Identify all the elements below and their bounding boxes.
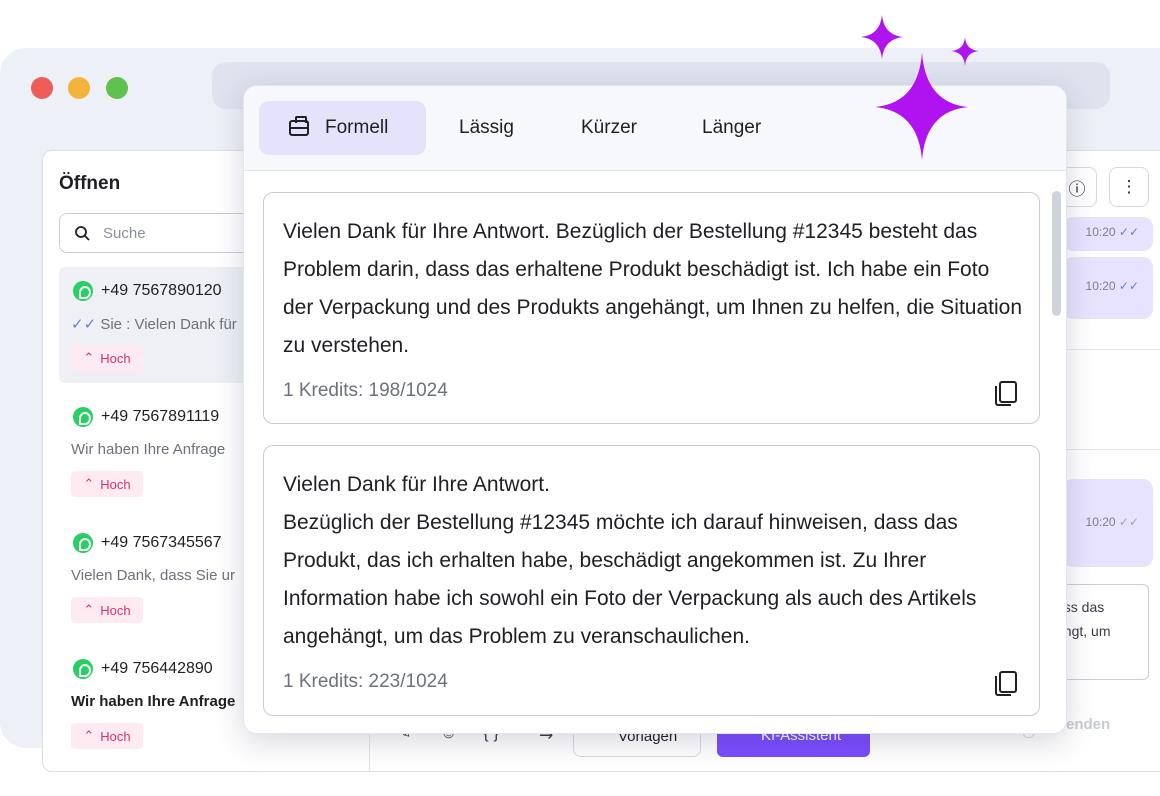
message-time: 10:20 ✓✓ xyxy=(1085,279,1139,293)
stage: Öffnen Suche +49 7567890120 ✓✓ Sie : Vie… xyxy=(0,0,1160,796)
conversation-phone: +49 7567890120 xyxy=(73,281,222,301)
maximize-window-button[interactable] xyxy=(106,77,128,99)
whatsapp-icon xyxy=(73,659,93,679)
credits-counter: 1 Kredits: 198/1024 xyxy=(283,380,448,401)
copy-icon[interactable] xyxy=(995,381,1017,406)
close-window-button[interactable] xyxy=(31,77,53,99)
conversation-preview: Vielen Dank, dass Sie ur xyxy=(71,567,235,584)
whatsapp-icon xyxy=(73,281,93,301)
conversation-preview: Wir haben Ihre Anfrage xyxy=(71,441,226,458)
message-time: 10:20 ✓✓ xyxy=(1085,225,1139,239)
message-divider xyxy=(1063,349,1160,350)
priority-badge: ⌃ Hoch xyxy=(71,471,143,497)
message-divider xyxy=(1063,449,1160,450)
credits-counter: 1 Kredits: 223/1024 xyxy=(283,671,448,692)
message-bubble: 10:20 ✓✓ xyxy=(1063,257,1153,319)
minimize-window-button[interactable] xyxy=(68,77,90,99)
message-bubble: 10:20 ✓✓ xyxy=(1063,217,1153,251)
more-options-button[interactable]: ⋮ xyxy=(1109,167,1149,207)
search-icon xyxy=(75,226,90,241)
briefcase-icon xyxy=(289,116,309,136)
message-bubble: 10:20 ✓✓ xyxy=(1063,479,1153,567)
popup-scrollbar[interactable] xyxy=(1052,191,1061,316)
sparkle-icon xyxy=(861,15,979,160)
suggestion-text: Vielen Dank für Ihre Antwort. Bezüglich … xyxy=(283,220,1023,357)
priority-badge: ⌃ Hoch xyxy=(71,597,143,623)
chevron-up-icon: ⌃ xyxy=(83,728,95,743)
priority-badge: ⌃ Hoch xyxy=(71,345,143,371)
suggestion-text: Vielen Dank für Ihre Antwort. Bezüglich … xyxy=(283,473,977,648)
message-time: 10:20 ✓✓ xyxy=(1085,515,1139,529)
conversation-phone: +49 7567891119 xyxy=(73,407,219,427)
conversation-phone: +49 756442890 xyxy=(73,659,213,679)
search-placeholder: Suche xyxy=(103,225,146,242)
tab-formell[interactable]: Formell xyxy=(259,101,426,155)
suggestion-card[interactable]: Vielen Dank für Ihre Antwort. Bezüglich … xyxy=(263,445,1040,716)
info-icon: ⓘ xyxy=(1068,179,1086,199)
chevron-up-icon: ⌃ xyxy=(83,350,95,365)
conversation-preview: ✓✓ Sie : Vielen Dank für xyxy=(71,316,237,333)
priority-badge: ⌃ Hoch xyxy=(71,723,143,749)
tab-laessig[interactable]: Lässig xyxy=(459,101,514,155)
copy-icon[interactable] xyxy=(995,671,1017,696)
kebab-menu-icon: ⋮ xyxy=(1120,177,1138,196)
whatsapp-icon xyxy=(73,533,93,553)
double-check-icon: ✓✓ xyxy=(71,316,97,333)
chevron-up-icon: ⌃ xyxy=(83,602,95,617)
suggestion-card[interactable]: Vielen Dank für Ihre Antwort. Bezüglich … xyxy=(263,192,1040,424)
tab-kuerzer[interactable]: Kürzer xyxy=(581,101,637,155)
conversation-phone: +49 7567345567 xyxy=(73,533,222,553)
ai-rewrite-popup: Formell Lässig Kürzer Länger Vielen Dank… xyxy=(243,85,1067,734)
tab-laenger[interactable]: Länger xyxy=(702,101,761,155)
chevron-up-icon: ⌃ xyxy=(83,476,95,491)
whatsapp-icon xyxy=(73,407,93,427)
conversation-preview: Wir haben Ihre Anfrage xyxy=(71,693,236,710)
conversation-list-title: Öffnen xyxy=(59,173,121,194)
